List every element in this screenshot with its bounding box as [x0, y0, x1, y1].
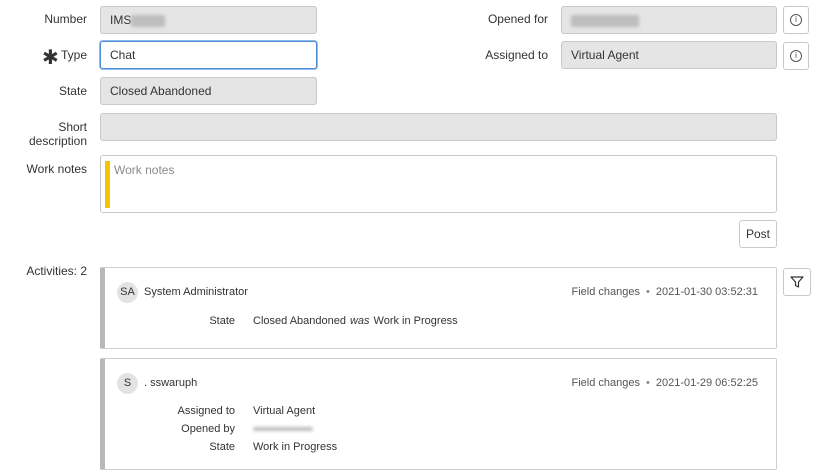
info-icon: i [790, 50, 802, 62]
change-new-value: Work in Progress [253, 441, 338, 453]
change-field-label: Opened by [181, 423, 235, 435]
number-label: Number [44, 12, 87, 26]
post-button[interactable]: Post [739, 220, 777, 248]
activity-type: Field changes [571, 286, 640, 298]
change-field-label: Assigned to [177, 405, 235, 417]
work-notes-indicator [105, 161, 110, 208]
activity-timestamp: 2021-01-30 03:52:31 [655, 286, 758, 298]
change-new-value [253, 423, 313, 435]
assigned-to-field[interactable]: Virtual Agent [561, 41, 777, 69]
activity-meta: Field changes • 2021-01-29 06:52:25 [571, 377, 758, 389]
change-field-label: State [209, 315, 235, 327]
type-field[interactable]: Chat [100, 41, 317, 69]
work-notes-placeholder: Work notes [114, 163, 175, 177]
activity-card: S . sswaruph Field changes • 2021-01-29 06… [100, 358, 777, 470]
assigned-to-label: Assigned to [485, 48, 548, 62]
short-description-field[interactable] [100, 113, 777, 141]
change-old-value: Work in Progress [373, 315, 458, 327]
avatar: SA [117, 282, 138, 303]
change-field-label: State [209, 441, 235, 453]
assigned-to-info-button[interactable]: i [783, 42, 809, 70]
state-value: Closed Abandoned [110, 84, 212, 98]
meta-separator: • [645, 377, 650, 389]
state-field[interactable]: Closed Abandoned [100, 77, 317, 105]
change-value: Closed Abandoned was Work in Progress [253, 315, 458, 327]
activity-user[interactable]: . sswaruph [144, 377, 197, 389]
activity-meta: Field changes • 2021-01-30 03:52:31 [571, 286, 758, 298]
opened-for-info-button[interactable]: i [783, 6, 809, 34]
activity-type: Field changes [571, 377, 640, 389]
avatar: S [117, 373, 138, 394]
activity-timestamp: 2021-01-29 06:52:25 [655, 377, 758, 389]
filter-icon [790, 276, 804, 288]
number-value: IMS [110, 13, 132, 27]
short-description-label: Short description [28, 120, 87, 148]
work-notes-label: Work notes [26, 162, 87, 176]
change-new-value: Virtual Agent [253, 405, 316, 417]
work-notes-textarea[interactable]: Work notes [100, 155, 777, 213]
activity-card: SA System Administrator Field changes • 20… [100, 267, 777, 349]
activities-label: Activities: 2 [26, 264, 87, 278]
opened-for-label: Opened for [487, 12, 548, 26]
opened-for-field[interactable] [561, 6, 777, 34]
type-label: Type [60, 48, 87, 62]
activity-user[interactable]: System Administrator [144, 286, 248, 298]
state-label: State [58, 84, 87, 98]
activity-filter-button[interactable] [783, 268, 811, 296]
assigned-to-value: Virtual Agent [571, 48, 639, 62]
change-connector: was [349, 315, 370, 327]
number-field[interactable]: IMS [100, 6, 317, 34]
meta-separator: • [645, 286, 650, 298]
info-icon: i [790, 14, 802, 26]
change-new-value: Closed Abandoned [253, 315, 346, 327]
type-value: Chat [110, 48, 136, 62]
